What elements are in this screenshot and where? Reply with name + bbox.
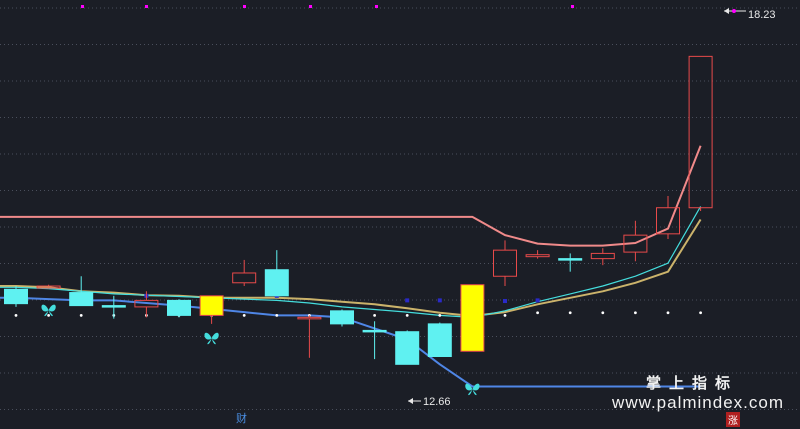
- white-dot: [503, 313, 507, 317]
- white-dot: [242, 313, 246, 317]
- white-dot: [568, 311, 572, 315]
- min-price-label: 12.66: [423, 396, 451, 408]
- max-marker-dot: [732, 9, 736, 13]
- blue-dot: [437, 298, 442, 303]
- candle-body: [427, 323, 452, 357]
- candle-body: [4, 288, 28, 305]
- white-dot: [14, 313, 18, 317]
- white-dot: [634, 311, 637, 315]
- blue-dot: [535, 298, 540, 303]
- candle-body: [264, 269, 289, 297]
- candle-body: [199, 295, 224, 316]
- top-marker-dot: [309, 5, 312, 8]
- blue-dot: [405, 298, 410, 303]
- candle-body: [395, 331, 420, 365]
- white-dot: [373, 313, 376, 317]
- white-dot: [536, 311, 539, 315]
- top-marker-dot: [571, 5, 574, 8]
- top-marker-dot: [375, 5, 378, 8]
- candle-body: [558, 258, 583, 261]
- rise-marker: 涨: [726, 412, 740, 427]
- top-marker-dot: [145, 5, 148, 8]
- white-dot: [275, 313, 279, 317]
- candle-body: [101, 305, 126, 308]
- candle-body: [330, 310, 354, 325]
- watermark-chinese: 掌上指标: [645, 374, 738, 392]
- top-marker-dot: [81, 5, 84, 8]
- blue-dot: [503, 299, 507, 304]
- candle-body: [460, 284, 485, 352]
- candle-body: [69, 292, 94, 307]
- candlestick-chart: 18.23 12.66: [0, 0, 800, 429]
- white-dot: [699, 311, 702, 315]
- finance-marker: 财: [236, 412, 247, 425]
- white-dot: [438, 313, 442, 317]
- watermark-url: www.palmindex.com: [612, 393, 784, 412]
- candle-body: [362, 329, 387, 333]
- white-dot: [666, 311, 670, 315]
- top-marker-dot: [243, 5, 246, 8]
- max-price-label: 18.23: [748, 9, 776, 21]
- white-dot: [47, 313, 50, 317]
- white-dot: [601, 311, 605, 315]
- candle-body: [167, 299, 191, 316]
- white-dot: [79, 313, 83, 317]
- white-dot: [405, 313, 409, 317]
